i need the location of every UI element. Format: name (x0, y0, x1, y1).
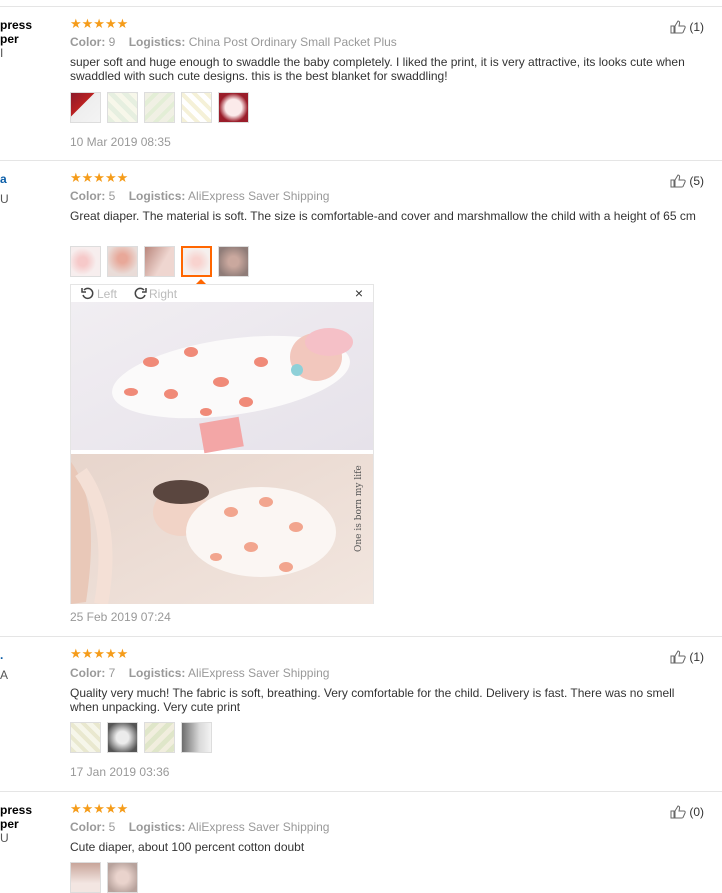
review-date: 10 Mar 2019 08:35 (70, 135, 171, 149)
review-photo-large: One is born my life (71, 302, 373, 604)
review-meta: Color: 9 Logistics: China Post Ordinary … (70, 35, 397, 49)
rating-stars: ★★★★★ (70, 16, 129, 31)
helpful-count: (1) (689, 20, 704, 34)
photo-viewer-toolbar: Left Right × (71, 285, 373, 302)
helpful-button[interactable]: (1) (670, 20, 704, 34)
reviewer-info: press per U (0, 803, 60, 845)
reviewer-name: per (0, 817, 19, 831)
review-item: . A ★★★★★ Color: 7 Logistics: AliExpress… (0, 636, 722, 792)
review-photo-thumb[interactable] (144, 722, 175, 753)
review-meta: Color: 5 Logistics: AliExpress Saver Shi… (70, 189, 330, 203)
baby-photo-image: One is born my life (71, 302, 373, 604)
reviewer-country: press (0, 18, 33, 32)
review-date: 17 Jan 2019 03:36 (70, 765, 170, 779)
helpful-count: (1) (689, 650, 704, 664)
helpful-button[interactable]: (5) (670, 174, 704, 188)
rotate-left-label: Left (97, 286, 118, 301)
review-meta: Color: 7 Logistics: AliExpress Saver Shi… (70, 666, 330, 680)
review-photos (70, 862, 138, 893)
rating-stars: ★★★★★ (70, 801, 129, 816)
reviewer-name[interactable]: a (0, 172, 60, 186)
rotate-right-button[interactable]: Right (133, 287, 177, 301)
review-item: press per U ★★★★★ Color: 5 Logistics: Al… (0, 791, 722, 893)
review-photo-thumb[interactable] (218, 246, 249, 277)
review-photo-thumb[interactable] (70, 722, 101, 753)
rating-stars: ★★★★★ (70, 170, 129, 185)
review-photo-thumb[interactable] (107, 722, 138, 753)
helpful-count: (5) (689, 174, 704, 188)
review-photo-thumb[interactable] (107, 862, 138, 893)
review-photo-thumb-selected[interactable] (181, 246, 212, 277)
reviewer-country: press (0, 803, 33, 817)
review-photo-thumb[interactable] (144, 92, 175, 123)
thumbs-up-icon (670, 174, 687, 188)
review-date: 25 Feb 2019 07:24 (70, 610, 171, 624)
review-photos (70, 92, 249, 123)
reviewer-flag: U (0, 192, 9, 206)
review-photo-thumb[interactable] (181, 722, 212, 753)
review-item: press per I ★★★★★ Color: 9 Logistics: Ch… (0, 6, 722, 161)
reviewer-flag: A (0, 668, 9, 682)
review-photo-thumb[interactable] (144, 246, 175, 277)
review-text: Cute diaper, about 100 percent cotton do… (70, 840, 305, 854)
review-photo-thumb[interactable] (218, 92, 249, 123)
reviewer-flag: U (0, 831, 9, 845)
reviewer-name[interactable]: . (0, 648, 60, 662)
review-meta: Color: 5 Logistics: AliExpress Saver Shi… (70, 820, 330, 834)
rating-stars: ★★★★★ (70, 646, 129, 661)
helpful-button[interactable]: (1) (670, 650, 704, 664)
reviewer-info: . A (0, 648, 60, 682)
rotate-left-button[interactable]: Left (81, 287, 117, 301)
photo-viewer: Left Right × One is born my life (70, 284, 374, 604)
reviewer-name: per (0, 32, 19, 46)
thumbs-up-icon (670, 20, 687, 34)
review-text: super soft and huge enough to swaddle th… (70, 55, 685, 83)
reviewer-info: a U (0, 172, 60, 206)
review-photo-thumb[interactable] (70, 862, 101, 893)
photo-caption: One is born my life (354, 465, 364, 552)
reviewer-flag: I (0, 46, 4, 60)
review-text: Great diaper. The material is soft. The … (70, 209, 696, 223)
reviewer-info: press per I (0, 18, 60, 60)
review-photo-thumb[interactable] (70, 92, 101, 123)
rotate-right-icon (134, 287, 147, 299)
review-text: Quality very much! The fabric is soft, b… (70, 686, 675, 714)
rotate-right-label: Right (149, 286, 178, 301)
review-photos (70, 246, 249, 277)
thumbs-up-icon (670, 805, 687, 819)
helpful-button[interactable]: (0) (670, 805, 704, 819)
review-photo-thumb[interactable] (70, 246, 101, 277)
close-icon[interactable]: × (355, 285, 363, 301)
review-photo-thumb[interactable] (181, 92, 212, 123)
rotate-left-icon (81, 287, 94, 299)
review-photo-thumb[interactable] (107, 246, 138, 277)
review-photo-thumb[interactable] (107, 92, 138, 123)
helpful-count: (0) (689, 805, 704, 819)
review-photos (70, 722, 212, 753)
thumbs-up-icon (670, 650, 687, 664)
